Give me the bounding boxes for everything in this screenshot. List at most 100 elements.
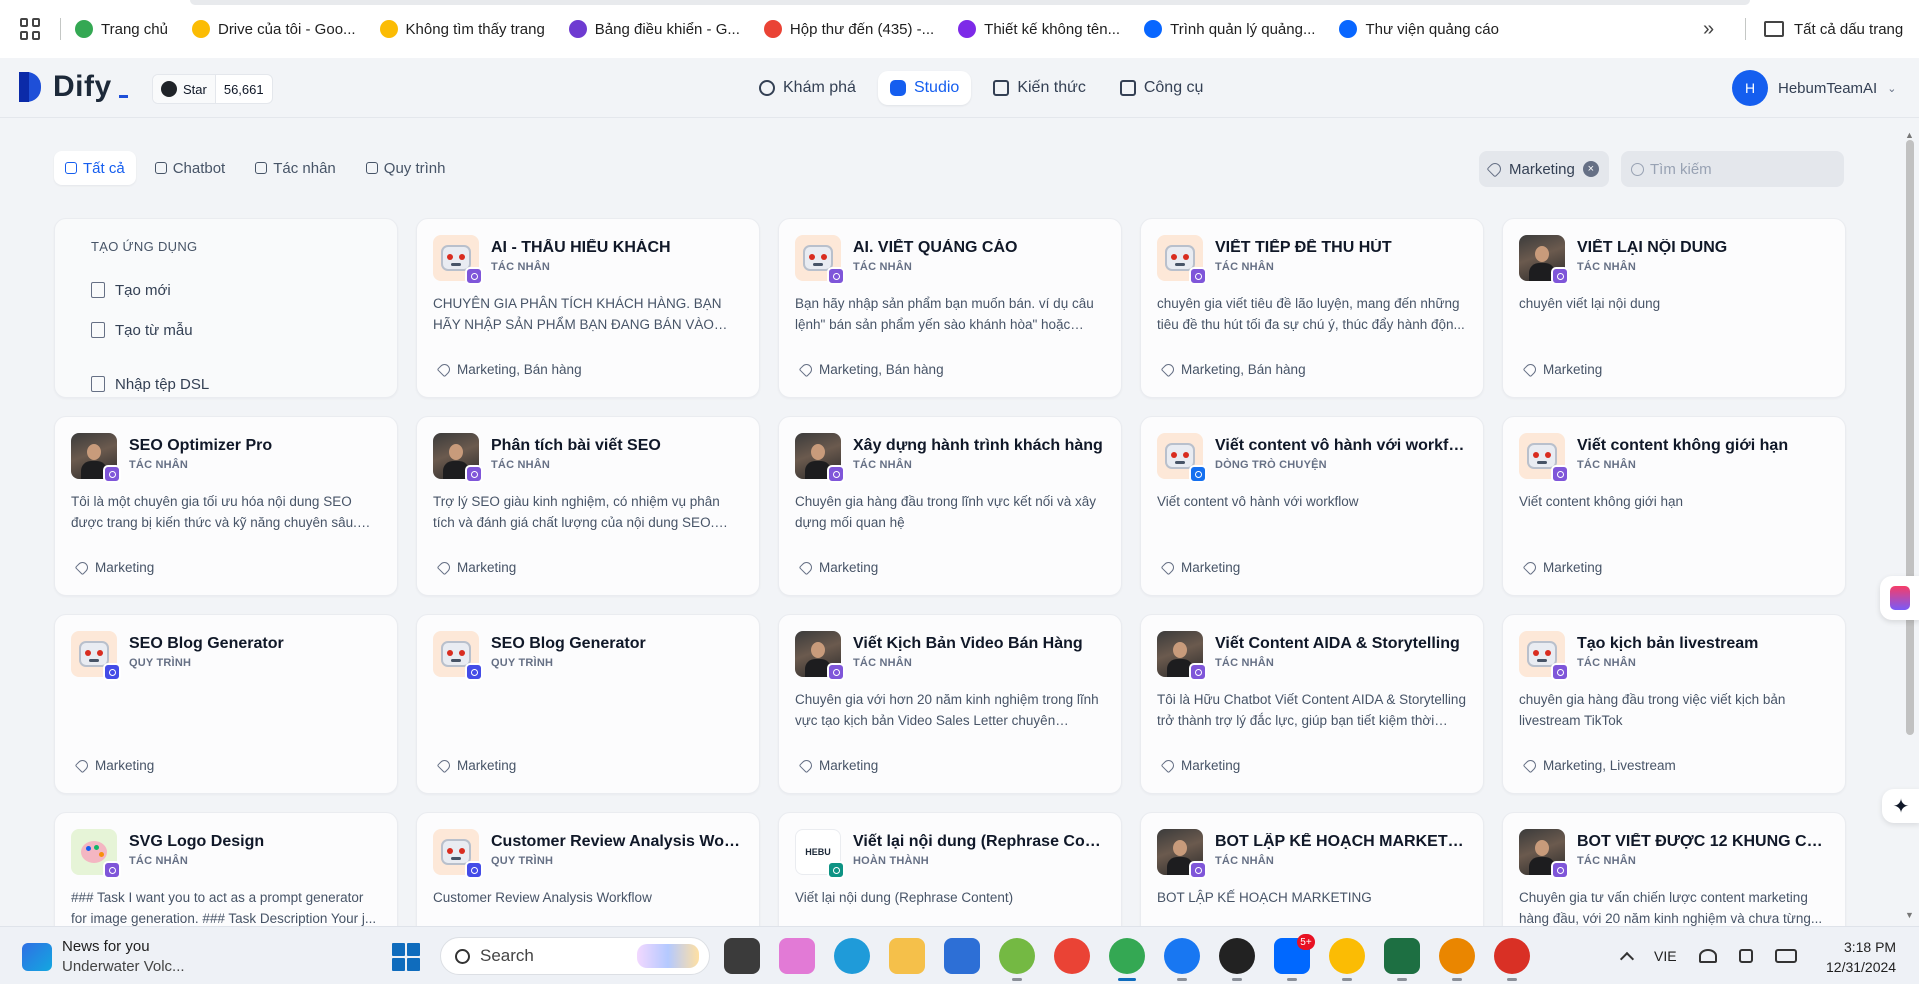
app-description: Customer Review Analysis Workflow	[433, 890, 652, 905]
app-tags[interactable]: Marketing, Bán hàng	[798, 361, 944, 378]
nav-hammer[interactable]: Công cụ	[1108, 71, 1216, 105]
create-new-button[interactable]: Tạo mới	[91, 270, 361, 310]
tab-chat[interactable]: Chatbot	[144, 151, 237, 185]
bookmarks-overflow-button[interactable]: »	[1703, 18, 1714, 41]
taskbar-search[interactable]: Search	[440, 937, 710, 975]
tag-filter[interactable]: Marketing ×	[1479, 151, 1609, 187]
app-card[interactable]: Tạo kịch bản livestream TÁC NHÂN chuyên gi…	[1502, 614, 1846, 794]
scroll-down-arrow[interactable]: ▼	[1905, 910, 1914, 920]
apps-grid-icon[interactable]	[20, 18, 42, 40]
sparkle-assistant-button[interactable]: ✦	[1882, 789, 1919, 823]
file-explorer-dark-app-icon[interactable]	[724, 938, 760, 974]
bookmark-label: Trang chủ	[101, 20, 168, 38]
chrome-n-app-icon[interactable]	[1494, 938, 1530, 981]
nav-compass[interactable]: Khám phá	[747, 71, 868, 105]
tab-grid[interactable]: Tất cả	[54, 151, 136, 185]
app-card[interactable]: Viết content vô hành với workflow DÒNG TR…	[1140, 416, 1484, 596]
agent-type-icon	[465, 267, 483, 285]
app-tags[interactable]: Marketing, Livestream	[1522, 757, 1676, 774]
chevron-up-icon[interactable]	[1619, 951, 1635, 967]
app-tags[interactable]: Marketing	[74, 757, 154, 774]
user-name: HebumTeamAI	[1778, 79, 1878, 97]
badge-glyph-icon	[832, 272, 840, 280]
app-tags[interactable]: Marketing	[436, 559, 516, 576]
badge-glyph-icon	[1194, 470, 1202, 478]
bookmark-item[interactable]: Drive của tôi - Goo...	[191, 20, 356, 38]
language-indicator[interactable]: VIE	[1654, 948, 1677, 964]
google-app-icon[interactable]	[1054, 938, 1090, 974]
search-input[interactable]	[1650, 160, 1830, 178]
search-box[interactable]	[1621, 151, 1844, 187]
app-card[interactable]: VIẾT TIẾP ĐỀ THU HÚT TÁC NHÂN chuyên gia v…	[1140, 218, 1484, 398]
app-description	[433, 689, 743, 731]
meta-icon	[1144, 20, 1163, 38]
facebook-app-icon[interactable]	[1164, 938, 1200, 981]
coccoc-app-icon[interactable]	[999, 938, 1035, 981]
excel-app-icon[interactable]	[1384, 938, 1420, 981]
github-star-button[interactable]: Star 56,661	[152, 74, 273, 104]
chrome-profile-app-icon[interactable]	[1329, 938, 1365, 981]
app-tags[interactable]: Marketing, Bán hàng	[1160, 361, 1306, 378]
bookmark-item[interactable]: Không tìm thấy trang	[379, 20, 545, 38]
wifi-icon[interactable]	[1698, 949, 1717, 963]
app-card[interactable]: Viết Kịch Bản Video Bán Hàng TÁC NHÂN Chuy…	[778, 614, 1122, 794]
tab-agent[interactable]: Tác nhân	[244, 151, 347, 185]
scroll-up-arrow[interactable]: ▲	[1905, 130, 1914, 140]
app-tags[interactable]: Marketing	[1522, 559, 1602, 576]
app-description: chuyên gia viết tiêu đề lão luyện, mang …	[1157, 296, 1465, 332]
app-card[interactable]: Phân tích bài viết SEO TÁC NHÂN Trợ lý SEO…	[416, 416, 760, 596]
app-tags[interactable]: Marketing	[74, 559, 154, 576]
bookmark-item[interactable]: Hộp thư đến (435) -...	[763, 20, 934, 38]
app-card[interactable]: AI - THẤU HIỂU KHÁCH TÁC NHÂN CHUYÊN GIA P…	[416, 218, 760, 398]
create-from-template-button[interactable]: Tạo từ mẫu	[91, 310, 361, 350]
chrome-m-app-icon[interactable]	[1439, 938, 1475, 981]
volume-icon[interactable]	[1738, 949, 1753, 963]
scrollbar-thumb[interactable]	[1906, 140, 1914, 735]
app-tags[interactable]: Marketing, Bán hàng	[436, 361, 582, 378]
badge-glyph-icon	[1556, 272, 1564, 280]
battery-icon[interactable]	[1774, 949, 1797, 963]
start-button[interactable]	[392, 943, 420, 971]
app-tags[interactable]: Marketing	[1522, 361, 1602, 378]
clock[interactable]: 3:18 PM 12/31/2024	[1826, 937, 1896, 977]
app-tags[interactable]: Marketing	[798, 559, 878, 576]
app-card[interactable]: Viết content không giới hạn TÁC NHÂN Viết …	[1502, 416, 1846, 596]
bookmark-item[interactable]: Trình quản lý quảng...	[1144, 20, 1315, 38]
bookmark-item[interactable]: Bảng điều khiển - G...	[568, 20, 740, 38]
copilot-app-icon[interactable]	[779, 938, 815, 974]
app-card[interactable]: VIẾT LẠI NỘI DUNG TÁC NHÂN chuyên viết lại…	[1502, 218, 1846, 398]
clear-icon[interactable]: ×	[1582, 161, 1599, 177]
store-app-icon[interactable]	[944, 938, 980, 974]
edge-app-icon[interactable]	[834, 938, 870, 974]
app-card[interactable]: SEO Optimizer Pro TÁC NHÂN Tôi là một chuy…	[54, 416, 398, 596]
workflow-icon	[365, 162, 378, 174]
bookmark-item[interactable]: Thư viện quảng cáo	[1339, 20, 1499, 38]
app-tags[interactable]: Marketing	[436, 757, 516, 774]
all-bookmarks-button[interactable]: Tất cả dấu trang	[1745, 0, 1903, 58]
nav-book[interactable]: Kiến thức	[981, 71, 1098, 105]
dify-logo[interactable]: Dify	[19, 70, 128, 104]
app-card[interactable]: SEO Blog Generator QUY TRÌNH Marketing	[416, 614, 760, 794]
app-tags[interactable]: Marketing	[1160, 559, 1240, 576]
chatgpt-app-icon[interactable]	[1219, 938, 1255, 981]
zalo-app-icon[interactable]: 5+	[1274, 934, 1315, 981]
app-card[interactable]: Xây dựng hành trình khách hàng TÁC NHÂN Ch…	[778, 416, 1122, 596]
app-card[interactable]: AI. VIẾT QUẢNG CÁO TÁC NHÂN Bạn hãy nhập s…	[778, 218, 1122, 398]
app-name: BOT VIẾT ĐƯỢC 12 KHUNG CON...	[1577, 833, 1827, 850]
card-header: Viết content vô hành với workflow DÒNG TR…	[1157, 433, 1467, 483]
folder-app-icon[interactable]	[889, 938, 925, 974]
tab-workflow[interactable]: Quy trình	[355, 151, 457, 185]
nav-robot[interactable]: Studio	[877, 71, 972, 105]
user-menu[interactable]: H HebumTeamAI ⌄	[1732, 70, 1896, 106]
app-tags[interactable]: Marketing	[798, 757, 878, 774]
news-widget[interactable]: News for you Underwater Volc...	[22, 937, 185, 977]
chrome-active-app-icon[interactable]	[1109, 938, 1145, 981]
bookmark-item[interactable]: Trang chủ	[75, 20, 168, 38]
import-dsl-button[interactable]: Nhập tệp DSL	[91, 364, 361, 397]
bookmark-item[interactable]: Thiết kế không tên...	[958, 20, 1120, 38]
app-card[interactable]: Viết Content AIDA & Storytelling TÁC NHÂN…	[1140, 614, 1484, 794]
app-card[interactable]: SEO Blog Generator QUY TRÌNH Marketing	[54, 614, 398, 794]
floating-extension-button[interactable]	[1880, 576, 1919, 620]
app-tags[interactable]: Marketing	[1160, 757, 1240, 774]
app-name: VIẾT LẠI NỘI DUNG	[1577, 239, 1728, 256]
